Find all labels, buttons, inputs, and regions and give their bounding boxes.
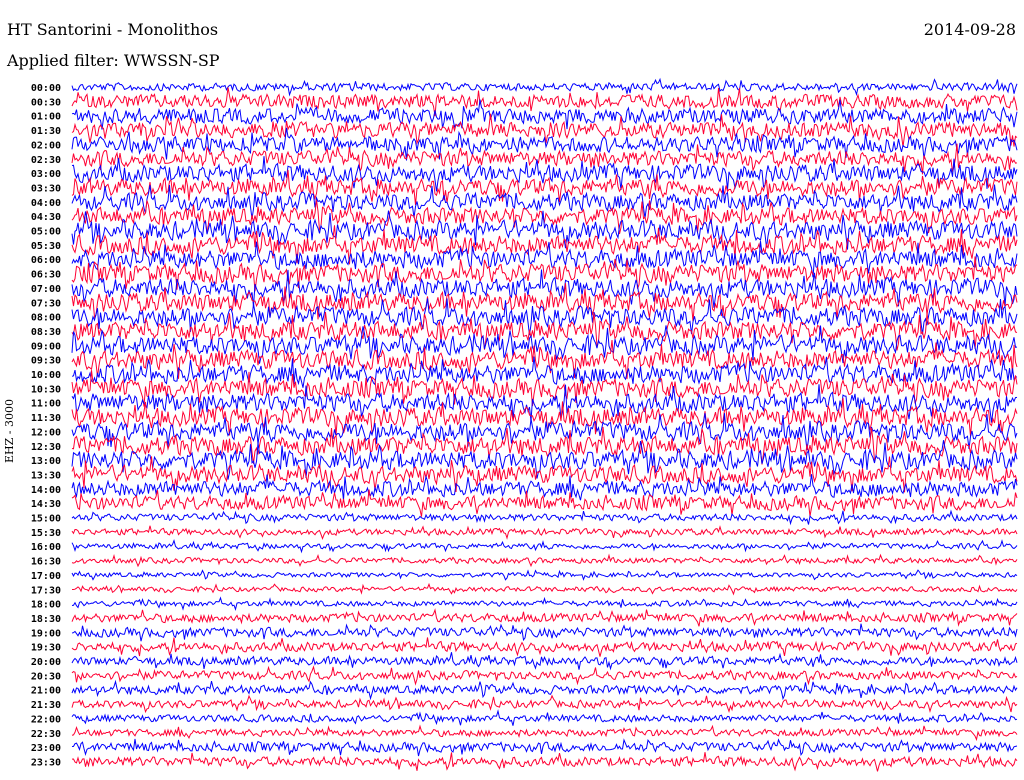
row-time-label: 11:30 bbox=[31, 413, 61, 424]
trace-0900 bbox=[71, 325, 1018, 364]
row-time-label: 21:30 bbox=[31, 700, 61, 711]
y-axis-label-text: EHZ - 3000 bbox=[3, 399, 16, 463]
trace-1630 bbox=[71, 553, 1018, 568]
row-time-label: 11:00 bbox=[31, 399, 61, 410]
trace-2200 bbox=[71, 709, 1018, 726]
row-time-label: 03:30 bbox=[31, 183, 61, 194]
row-time-label: 05:00 bbox=[31, 227, 61, 238]
row-time-label: 06:00 bbox=[31, 255, 61, 266]
row-time-label: 12:00 bbox=[31, 427, 61, 438]
filter-label: Applied filter: WWSSN-SP bbox=[7, 51, 220, 70]
trace-0230 bbox=[71, 143, 1018, 175]
row-time-label: 07:00 bbox=[31, 284, 61, 295]
trace-1600 bbox=[71, 538, 1018, 554]
trace-1830 bbox=[71, 608, 1018, 627]
row-time-label: 20:30 bbox=[31, 671, 61, 682]
row-time-label: 16:30 bbox=[31, 557, 61, 568]
y-axis-label: EHZ - 3000 bbox=[3, 399, 17, 506]
trace-1800 bbox=[71, 596, 1018, 612]
row-time-label: 20:00 bbox=[31, 657, 61, 668]
row-time-label: 16:00 bbox=[31, 542, 61, 553]
trace-2230 bbox=[71, 724, 1018, 742]
trace-2130 bbox=[71, 694, 1018, 714]
row-time-label: 00:30 bbox=[31, 97, 61, 108]
row-time-label: 07:30 bbox=[31, 298, 61, 309]
trace-1900 bbox=[71, 623, 1018, 642]
row-time-label: 14:30 bbox=[31, 499, 61, 510]
row-time-label: 17:00 bbox=[31, 571, 61, 582]
row-time-label: 02:00 bbox=[31, 140, 61, 151]
row-time-label: 10:30 bbox=[31, 384, 61, 395]
row-time-label: 10:00 bbox=[31, 370, 61, 381]
trace-2330 bbox=[71, 752, 1018, 772]
row-time-label: 23:30 bbox=[31, 757, 61, 768]
trace-2030 bbox=[71, 665, 1018, 686]
row-time-label: 09:30 bbox=[31, 356, 61, 367]
row-time-label: 22:00 bbox=[31, 714, 61, 725]
trace-1730 bbox=[72, 582, 1018, 596]
trace-1930 bbox=[71, 637, 1018, 657]
row-time-label: 08:00 bbox=[31, 313, 61, 324]
row-time-label: 14:00 bbox=[31, 485, 61, 496]
row-time-label: 05:30 bbox=[31, 241, 61, 252]
row-time-label: 18:00 bbox=[31, 600, 61, 611]
trace-1530 bbox=[71, 525, 1018, 540]
trace-2000 bbox=[71, 652, 1018, 671]
row-time-label: 15:00 bbox=[31, 514, 61, 525]
row-time-label: 04:30 bbox=[31, 212, 61, 223]
row-time-label: 23:00 bbox=[31, 743, 61, 754]
row-time-label: 04:00 bbox=[31, 198, 61, 209]
row-time-label: 03:00 bbox=[31, 169, 61, 180]
trace-0000 bbox=[71, 77, 1018, 97]
row-time-label: 21:00 bbox=[31, 686, 61, 697]
row-time-label: 01:00 bbox=[31, 112, 61, 123]
trace-1700 bbox=[71, 569, 1018, 581]
row-time-label: 12:30 bbox=[31, 442, 61, 453]
row-time-label: 15:30 bbox=[31, 528, 61, 539]
row-time-label: 06:30 bbox=[31, 270, 61, 281]
row-time-label: 13:30 bbox=[31, 470, 61, 481]
row-time-label: 18:30 bbox=[31, 614, 61, 625]
row-time-label: 19:30 bbox=[31, 643, 61, 654]
trace-2300 bbox=[71, 738, 1018, 757]
row-time-label: 19:00 bbox=[31, 628, 61, 639]
trace-2100 bbox=[71, 679, 1018, 701]
row-time-label: 13:00 bbox=[31, 456, 61, 467]
row-time-label: 02:30 bbox=[31, 155, 61, 166]
row-time-label: 17:30 bbox=[31, 585, 61, 596]
seismogram-plot: 00:00 00:30 01:00 01:30 02:00 02:30 03:00 03:30… bbox=[31, 77, 1018, 772]
row-time-label: 01:30 bbox=[31, 126, 61, 137]
row-time-label: 22:30 bbox=[31, 729, 61, 740]
row-time-label: 08:30 bbox=[31, 327, 61, 338]
row-time-label: 09:00 bbox=[31, 341, 61, 352]
row-time-label: 00:00 bbox=[31, 83, 61, 94]
trace-1500 bbox=[71, 509, 1018, 526]
